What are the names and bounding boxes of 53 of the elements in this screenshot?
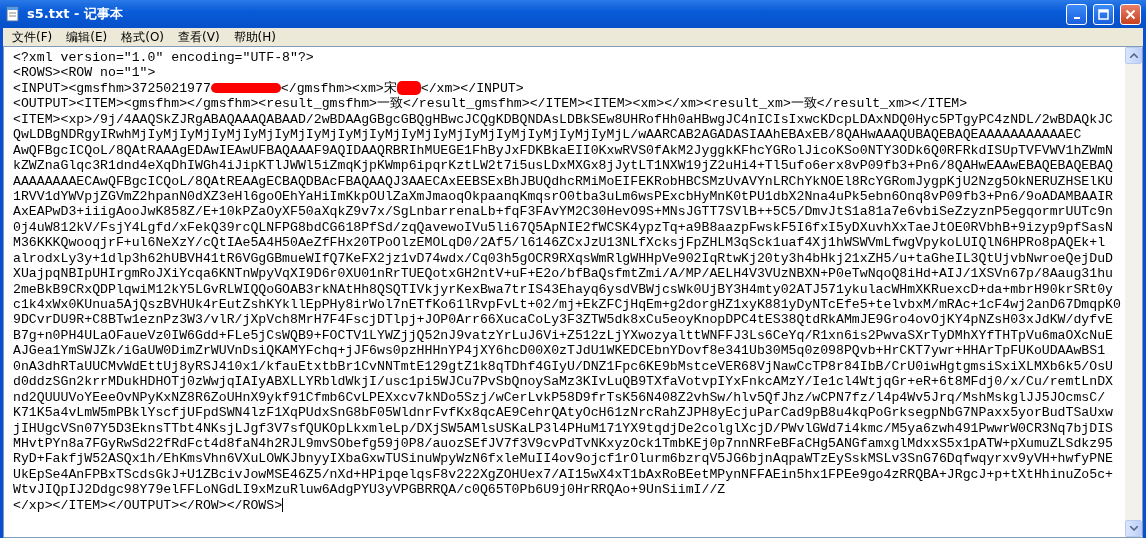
text-line: 9DCvrDU9R+C8BTw1eznPz3W3/vlR/jXpVch8MrH7F4FscjDTlpj+JOP0Arr66XucaCoLy3F3ZTW5dk8xCu5eoyKnopDPC4tES38QtdRkAMmJE9Gro4ovOjKY4pNZsH03xJdKW/dyfvE — [13, 312, 1115, 328]
text-line: <?xml version="1.0" encoding="UTF-8"?> — [13, 50, 315, 66]
text-line: K71K5a4vLmW5mPBklYscfjUFpdSWN4lzF1XqPUdxSnG8bF05WldnrFvfKx8qcAE9CehrQAtyOcH61zNrcRahZJPH8yEcjuParCad9pB8u4kqPoGrksegpNbG7NPaxx5yorBudTSaUxw — [13, 405, 1115, 421]
xml-text: </gmsfhm><xm>宋 — [280, 80, 397, 96]
text-line: WtvJIQpIJ2Ddgc98Y79elFFLoNGdLI9xMzuRluw6AdgPYU3yVPGBRRQA/c0Q65T0Pb6U9j0HrRRQAo+9UnSiimI//Z — [13, 482, 727, 498]
text-line: <ITEM><xp>/9j/4AAQSkZJRgABAQAAAQABAAD/2wBDAAgGBgcGBQgHBwcJCQgKDBQNDAsLDBkSEw8UHRofHh0aHBwgJC4nICIsIxwcKDcpLDAxNDQ0Hyc5PTgyPC4zNDL/2wBDAQkJC — [13, 111, 1115, 128]
menu-item[interactable]: 文件(F) — [5, 28, 60, 46]
maximize-button[interactable] — [1093, 3, 1114, 25]
text-line: XUajpqNBIpUHIrgmRoJXiYcqa6KNTnWpyVqXI9D6r0XU01nRrTUEQotxGH2ntV+uF+E2o/bfBaQsfmtZmi/A/MP/AELH4V3VUzNBXN+P0eTwNqoQ8iHd+AIJ/1XSVn67p/8Aaug31hu — [13, 266, 1115, 282]
text-line: B7g+n0PH4ULaOFaueVz0IW6Gdd+FLe5jCsWQB9+FOCTV1LYWZjjQ52nJ9vatzYrLuJ6Vi+Z512zLjYXwozyalttWNFFJ3Ls6CeYq/R1xn6is2PwvaSXrTyDMhXYfTHTpVu6maOXcNuE — [13, 327, 1115, 344]
close-icon — [1125, 8, 1136, 20]
text-line: 2meBkB9CRxQDPlqwiM12kY5LGvRLWIQQoGOAB3rkNAtHh8QSQTIVkjyrKexBwa7trIS43Ehayq6ysdVBWjcsWk0UjBY3H4mty02ATJ571ykulacWHmXKRuexcD+da+mbrH90krSRt0y — [13, 281, 1115, 297]
text-cursor — [282, 498, 284, 513]
scrollbar[interactable] — [1125, 47, 1142, 537]
text-line: alrodxLy3y+1dlp3h62hUBVH41tR6VGgGBmueWIfQ7KeFX2jz1vD74wdx/Cq03h5gOCR9RXqsWmRlgWHHpVe902IqRtwKj20ty3h4bHkj21xZH5/u+taGheIL3QtUjvbNwroeQejDuD — [13, 250, 1115, 267]
text-line: <OUTPUT><ITEM><gmsfhm></gmsfhm><result_gmsfhm>一致</result_gmsfhm></ITEM><ITEM><xm></xm><result_xm>一致</result_xm></ITEM> — [13, 96, 969, 112]
text-line: nd2QUUUVoYEeeOvNPyKxNZ8R6ZoUHnX9ykf91Cfmb6CvLPEXxcv7kNDo5Szj/wCerLvkP58D9frTsK56N408Z2vhSw/hlv5QfJhz/wCPN7fz/l4p4Wv5Jrq/MshMskglJJ5JOcmsC/ — [13, 389, 1107, 406]
text-line: <ROWS><ROW no="1"> — [13, 65, 157, 81]
text-line: RyD+FakfjW52ASQx1h/EhKmsVhn6VXuLOWKJbnyyIXbaGxwTUSinuWpyWzN6fxleMuII4ov9ojcf1rOlurm6bzrqV5JG6bjnAqpaWTzEySskMSLv3SnG76Dqfwqyrxv9yVH+hwfyPNE — [13, 451, 1115, 467]
redaction-mark — [396, 81, 421, 96]
menu-item[interactable]: 格式(O) — [114, 28, 172, 46]
text-line: 0nA3dhRTaUUCMvWdEttUj8yRSJ410x1/kfauEtxtbBr1CvNNTmtE129gtZ1k8qTDhf4GIyU/DNZ1Fpc6KE9bMstceVER68VjNawCcTP8r84IbB/CrU0iwHgtgmsiSxiXLMXb6k5/OsU — [13, 358, 1115, 375]
xml-text: <INPUT><gmsfhm>3725021977 — [13, 80, 211, 96]
text-line: UkEpSe4AnFPBxTScdsGkJ+U1ZBcivJowMSE46Z5/nXd+HPipqelqsF8v222XgZOHUex7/AI15wX4xT1bAxRoBEetMPynNFFAEin5hx1FPEe9go4zRRQBA+JRgcJ+p+tXtHhinuZo5c+ — [13, 466, 1115, 483]
scroll-down-button[interactable] — [1125, 520, 1142, 537]
text-line: MHvtPYn8a7FGyRwSd22fRdFct4d8faN4h2RJL9mvSObefg59j0P8/auozSEfJV7f3V9cvPdTvNKxyzOck1TmbKEj0p7nnNRFeBFaCHg5ANGfamxglMdxxS5x1pATW+pXumuZLSdkz95 — [13, 435, 1115, 452]
xml-text: </xm></INPUT> — [420, 80, 524, 96]
close-button[interactable] — [1120, 3, 1141, 25]
text-line: 0j4uW812kV/FsjY4Lgfd/xFekQ39rcQLNFPG8bdCG618PfSd/zqQavewoIVu5li67Q5ApNIE2fWCSK4ypzTq+a9B8aazpFwskF5I6fxI5yDXuvhXxTaeJtOE0RVbhB+9izyp9pfSasN — [13, 219, 1115, 236]
notepad-icon — [5, 6, 21, 22]
caret-down-icon — [1129, 526, 1138, 531]
text-line: QwLDBgNDRgyIRwhMjIyMjIyMjIyMjIyMjIyMjIyMjIyMjIyMjIyMjIyMjIyMjIyMjIyMjIyMjIyMjL/wAARCAB2AGADASIAAhEBAxEB/8QAHwAAAQUBAQEBAQEAAAAAAAAAAAEC — [13, 127, 1083, 143]
menu-item[interactable]: 编辑(E) — [59, 28, 115, 46]
text-line: M36KKKQwooqjrF+ul6NeXzY/cQtIAe5A4H50AeZfFHx20TPoOlzEMOLqD0/2Af5/l6146ZCxJzU13NLfXcksjFpZHLM3qSck1uaf4Xj1hWSWVmLfwgVpykoLUIQlN6HPRo8pAQEk+l — [13, 235, 1107, 251]
text-line: jIHUgcVSn07Y5D3EknsTTbt4NKsjLJgf3V7sfQUKOpLkxmleLp/DXjSW5AMlsUSKaLP3l4PHuM171YX9tqdjDe2colglXcjD/PWvlGWd7i4kmc/M5ya6zwh491PwwrW0CR3Nq7bjDIS — [13, 420, 1115, 436]
text-line: AwQFBgcICQoL/8QAtRAAAgEDAwIEAwUFBAQAAAF9AQIDAAQRBRIhMUEGE1FhByJxFDKBkaEII0KxwRVS0fAkM2JyggkKFhcYGRolJicoKSo0NTY3ODk6Q0RFRkdISUpTVFVWV1hZWmN — [13, 142, 1115, 159]
menu-item[interactable]: 帮助(H) — [226, 28, 283, 46]
scroll-up-button[interactable] — [1125, 47, 1142, 64]
redaction-mark — [210, 83, 281, 94]
text-line: 1RVV1dYWVpjZGVmZ2hpanN0dXZ3eHl6goOEhYaHiImKkpOUlZaXmJmaoqOkpaanqKmqsrO0tba3uLm6wsPExcbHyMnK0tPU1dbX2Nna4uPk5ebn6Onq8vP09fb3+Pn6/9oADAMBAAIR — [13, 188, 1115, 205]
text-line: d0ddzSGn2krrMDukHDHOTj0zWwjqIAIyABXLLYRbldWkjI/usc1pi5WJCu7PvSbQnoySaMz3KIvLuQB9TXfaVotvpIYxFnkcAMzY/Ie1cl4WtjqGr+eR+6t8MFdj0/x/Cu/remtLnDX — [13, 374, 1115, 390]
caret-up-icon — [1129, 53, 1138, 58]
text-line: </xp></ITEM></OUTPUT></ROW></ROWS> — [13, 497, 283, 513]
text-line: c1k4xWx0KUnua5AjQszBVHUk4rEutZshKYkllEpPHy8irWol7nETfKo61lRvpFvLt+02/mj+EkZFCjHqEm+g2dorgHZ1xyK881yDyNTcEfe5+telvbxM/mRAc+1cF4wj2anD67DmqpK0 — [13, 297, 1122, 313]
maximize-icon — [1098, 8, 1109, 20]
minimize-button[interactable] — [1066, 3, 1087, 25]
text-line: AAAAAAAAECAwQFBgcICQoL/8QAtREAAgECBAQDBAcFBAQAAQJ3AAECAxEEBSExBhJBUQdhcRMiMoEIFEKRobHBCSMzUvAVYnLRChYkNOEl8RcYGRomJygpKjU2Nzg5OkNERUZHSElKU — [13, 173, 1115, 189]
window-title: s5.txt - 记事本 — [27, 5, 124, 23]
text-line: kZWZnaGlqc3R1dnd4eXqDhIWGh4iJipKTlJWWl5iZmqKjpKWmp6ipqrKztLW2t7i5usLDxMXGx8jJytLT1NXW19jZ2uHi4+Tl5ufo6erx8vP09fb3+Pn6/8QAHwEAAwEBAQEBAQEBAQ — [13, 158, 1115, 174]
menu-item[interactable]: 查看(V) — [171, 28, 227, 46]
text-line: AJGea1YmSWJZk/iGaUW0DimZrWUVnDsiQKAMYFchq+jJF6ws0pzHHHnYP4jXY6hcD00X0zTJdU1WKEDCEbnYDovf8e341Ub30M5q0z098PQvb+HrCKT7ywr+HHArTpFUKoUDAAwBS1 — [13, 343, 1107, 359]
text-line: AxEAPwD3+iiigAooJwK858Z/E+10kPZaOyXF50aXqkZ9v7x/SgLnbarrenaLb+fqF3FAvYM2C30HevO9S+MNsJGTT7SVlB++5C5/DmvJtS1a81a7e6vbiSeZzyznP5egqormrUUTc9n — [13, 204, 1115, 220]
minimize-icon — [1073, 16, 1080, 19]
